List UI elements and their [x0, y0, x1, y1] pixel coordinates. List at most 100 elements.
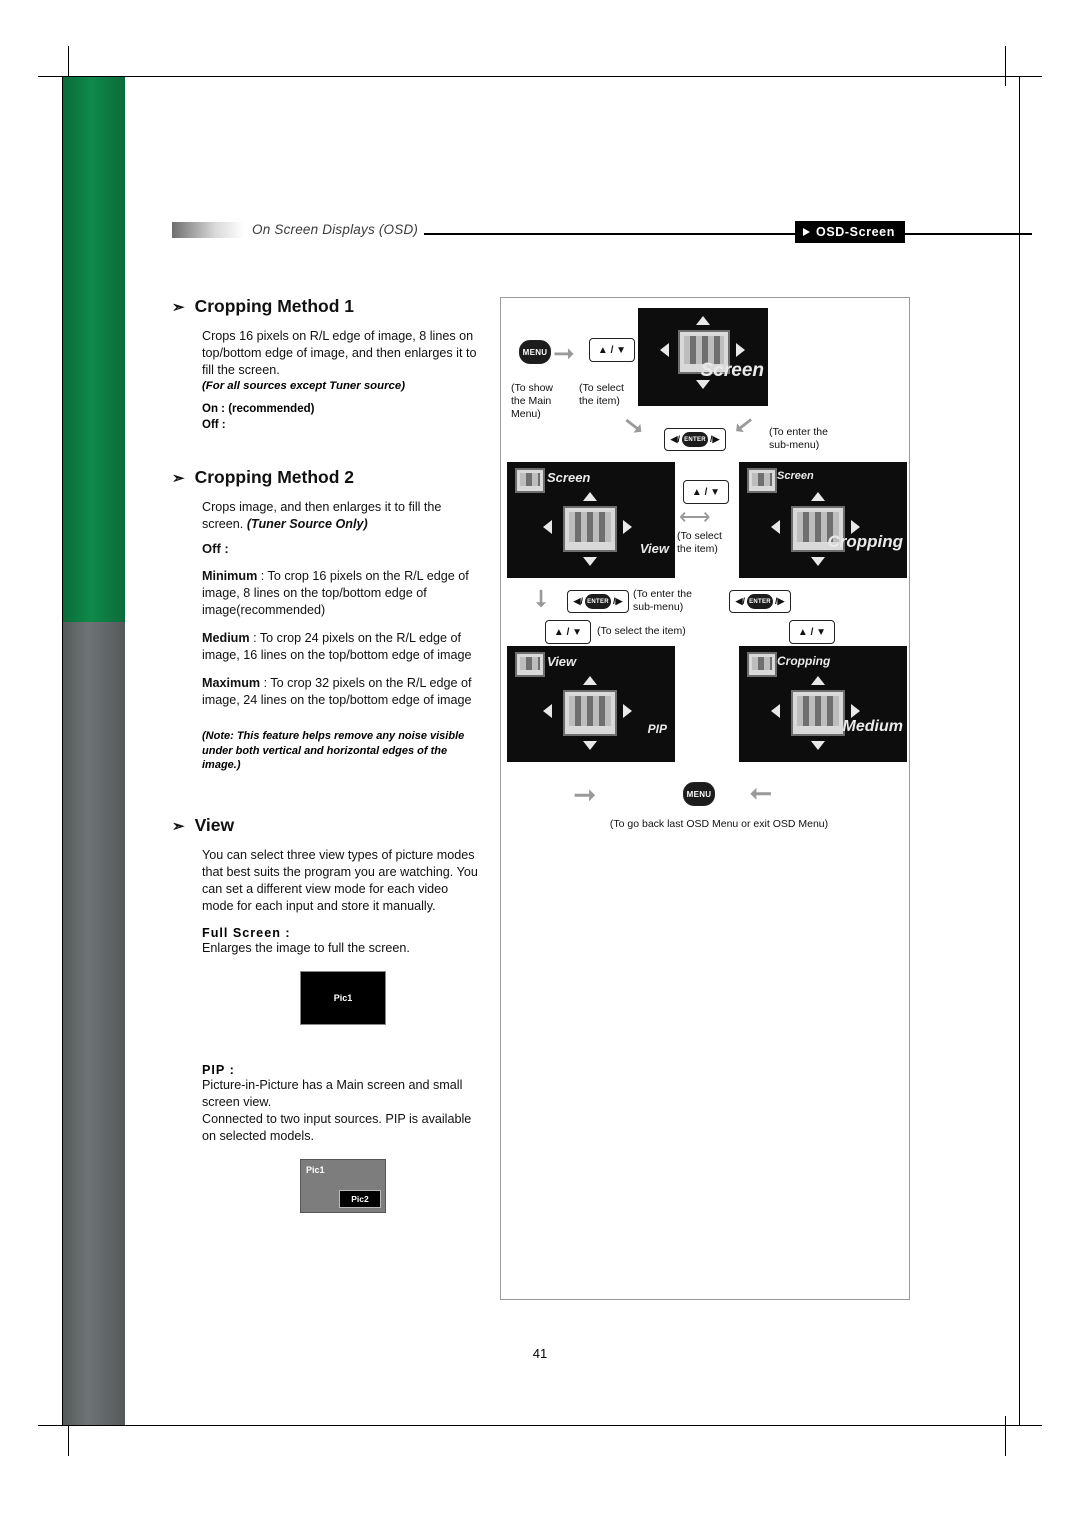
header-tag: OSD-Screen: [795, 221, 905, 243]
tv-screen: [752, 657, 772, 670]
nav-down-icon: [583, 557, 597, 566]
tv-screen-stripes: [520, 657, 540, 670]
cropping2-item-maximum: Maximum : To crop 32 pixels on the R/L e…: [202, 675, 482, 709]
cropping2-off-label: Off :: [202, 541, 229, 556]
enter-key-1[interactable]: ◀/ ENTER /▶: [664, 428, 726, 451]
header-rule: [424, 233, 1032, 235]
enter-key-label: ENTER: [587, 598, 609, 605]
menu-key-1[interactable]: MENU: [519, 340, 551, 364]
updown-key-label: ▲ / ▼: [691, 486, 721, 498]
heading-text: Cropping Method 2: [194, 467, 355, 487]
caption-select-item-2: (To select the item): [677, 530, 722, 555]
menu-key-2[interactable]: MENU: [683, 782, 715, 806]
view-full-screen-label: Full Screen :: [202, 925, 291, 940]
enter-left-icon: ◀/: [573, 596, 583, 606]
heading-text: Cropping Method 1: [194, 296, 355, 316]
heading-view: ➣ View: [172, 815, 482, 836]
tv-screen-stripes: [797, 696, 839, 726]
updown-key-2[interactable]: ▲ / ▼: [683, 480, 729, 504]
full-screen-sample: Pic1: [300, 970, 386, 1025]
heading-cropping-method-1: ➣ Cropping Method 1: [172, 296, 482, 317]
sidebar-language-label: English: [126, 1155, 147, 1231]
updown-key-label: ▲ / ▼: [553, 626, 583, 638]
cropping2-note: (Note: This feature helps remove any noi…: [202, 730, 465, 771]
arrow-down-2: ➞: [527, 588, 555, 609]
arrow-down-left-1: ➞: [616, 406, 653, 444]
sidebar-green-band: [63, 77, 125, 622]
screen-caption: Screen: [700, 360, 764, 381]
bullet-arrow-icon: ➣: [172, 470, 185, 487]
enter-left-icon: ◀/: [735, 596, 745, 606]
heading-cropping-method-2: ➣ Cropping Method 2: [172, 467, 482, 488]
cropping-caption: Cropping: [777, 654, 831, 668]
arrow-to-menu-right: ➞: [749, 779, 773, 810]
view-pip-label: PIP :: [202, 1062, 235, 1077]
bullet-arrow-icon: ➣: [172, 299, 185, 316]
enter-right-icon: /▶: [710, 434, 720, 444]
arrow-to-menu-left: ➞: [573, 779, 597, 810]
diagram-screen-main: Screen: [638, 308, 768, 406]
updown-key-1[interactable]: ▲ / ▼: [589, 338, 635, 362]
updown-key-3[interactable]: ▲ / ▼: [545, 620, 591, 644]
tv-screen-stripes: [752, 657, 772, 670]
tv-graphic: [563, 690, 617, 736]
tv-icon-small: [747, 468, 777, 493]
cropping1-option-on: On : (recommended): [202, 403, 315, 415]
tv-screen: [520, 473, 540, 486]
caption-show-main-menu: (To show the Main Menu): [511, 382, 554, 420]
menu-key-label: MENU: [686, 789, 712, 799]
view-value-pip: PIP: [647, 722, 667, 736]
screen-item-view: View: [639, 541, 669, 556]
diagram-view-pip: View PIP: [507, 646, 675, 762]
enter-key-2[interactable]: ◀/ ENTER /▶: [567, 590, 629, 613]
enter-key-circle: ENTER: [747, 594, 773, 609]
item-label: Maximum: [202, 676, 261, 690]
screen-label-right-screen: Screen: [777, 470, 814, 482]
nav-right-icon: [623, 704, 632, 718]
updown-key-4[interactable]: ▲ / ▼: [789, 620, 835, 644]
nav-left-icon: [543, 520, 552, 534]
caption-go-back: (To go back last OSD Menu or exit OSD Me…: [609, 818, 829, 830]
cropping2-italic-note: (Tuner Source Only): [246, 517, 368, 531]
tv-screen: [569, 696, 611, 726]
enter-key-circle: ENTER: [682, 432, 708, 447]
tv-screen: [797, 696, 839, 726]
tv-icon-small: [515, 468, 545, 493]
tv-graphic: [791, 690, 845, 736]
view-full-screen-text: Enlarges the image to full the screen.: [202, 940, 410, 955]
page-number: 41: [532, 1346, 548, 1361]
cropping1-option-off: Off :: [202, 419, 226, 431]
tv-screen-stripes: [520, 473, 540, 486]
arrow-down-right-1: ➞: [726, 407, 763, 445]
enter-left-icon: ◀/: [670, 434, 680, 444]
view-body: You can select three view types of pictu…: [202, 847, 478, 913]
tv-screen-stripes: [569, 696, 611, 726]
enter-key-3[interactable]: ◀/ ENTER /▶: [729, 590, 791, 613]
nav-right-icon: [851, 704, 860, 718]
nav-left-icon: [660, 343, 669, 357]
diagram-cropping-medium: Cropping Medium: [739, 646, 907, 762]
cropping-value-medium: Medium: [842, 718, 903, 735]
caption-select-item-1: (To select the item): [579, 382, 624, 407]
tv-icon-small: [515, 652, 545, 677]
cropping1-body: Crops 16 pixels on R/L edge of image, 8 …: [202, 329, 477, 377]
view-pip-text-1: Picture-in-Picture has a Main screen and…: [202, 1077, 463, 1109]
cropping2-item-medium: Medium : To crop 24 pixels on the R/L ed…: [202, 630, 482, 664]
view-pip-text-2: Connected to two input sources. PIP is a…: [202, 1111, 472, 1143]
nav-left-icon: [771, 704, 780, 718]
header-section-title: On Screen Displays (OSD): [252, 222, 419, 237]
pip-sample: Pic1 Pic2: [300, 1158, 386, 1213]
diagram-screen-view: Screen View: [507, 462, 675, 578]
content-column-left: ➣ Cropping Method 1 Crops 16 pixels on R…: [172, 296, 482, 1213]
tv-screen: [752, 473, 772, 486]
caption-select-item-3: (To select the item): [597, 625, 686, 637]
caption-enter-submenu-1: (To enter the sub-menu): [769, 426, 828, 451]
nav-up-icon: [583, 492, 597, 501]
view-caption: View: [547, 654, 577, 669]
nav-down-icon: [583, 741, 597, 750]
bullet-arrow-icon: ➣: [172, 817, 185, 835]
osd-flow-diagram-panel: Screen MENU ➞ ▲ / ▼ (To show the Main Me…: [500, 297, 910, 1300]
nav-up-icon: [811, 676, 825, 685]
item-label: Medium: [202, 631, 250, 645]
tv-screen: [520, 657, 540, 670]
